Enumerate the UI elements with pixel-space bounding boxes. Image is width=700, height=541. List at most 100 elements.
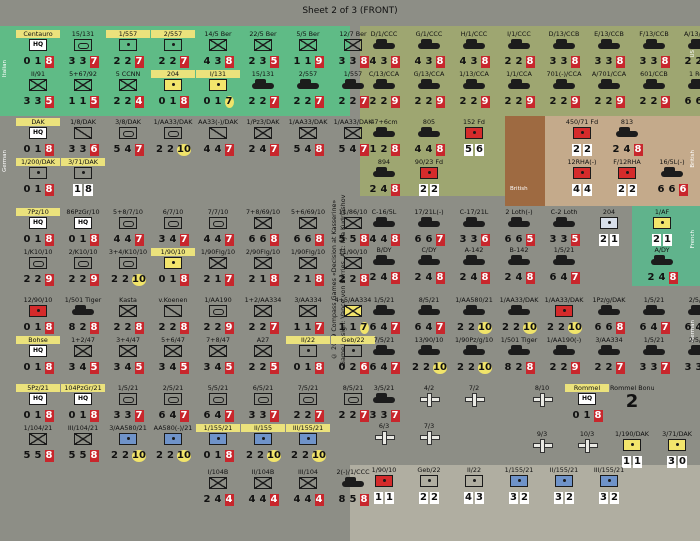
- stat-value: 2: [419, 492, 428, 504]
- unit-counter[interactable]: 701(-)/CCA 2 2 9: [542, 70, 586, 122]
- unit-counter[interactable]: 7/2: [452, 384, 496, 436]
- unit-counter[interactable]: 5 CCNN 2 2 4: [106, 70, 150, 122]
- unit-counter[interactable]: Geb/22 2 2: [407, 466, 451, 518]
- unit-counter[interactable]: 2/90Flg/10 2 1 8: [241, 248, 285, 300]
- unit-counter[interactable]: G/13/CCA 2 2 9: [407, 70, 451, 122]
- unit-counter[interactable]: AA580(-)/21 2 2 10: [151, 424, 195, 476]
- unit-counter[interactable]: 1/104/21 5 5 8: [16, 424, 60, 476]
- unit-counter[interactable]: 5+67/92 1 1 5: [61, 70, 105, 122]
- unit-counter[interactable]: B-142 2 4 8: [497, 246, 541, 298]
- counter-name: Rommel: [565, 384, 609, 392]
- unit-counter[interactable]: 3/AA580/21 2 2 10: [106, 424, 150, 476]
- unit-counter[interactable]: 5+6/47 3 4 5: [151, 336, 195, 388]
- unit-counter[interactable]: 1/200/DAK 0 1 8: [16, 158, 60, 210]
- unit-counter[interactable]: 1 Repl 668: [677, 70, 700, 122]
- unit-counter[interactable]: II/22 0 1 8: [286, 336, 330, 388]
- unit-counter[interactable]: 1/13/CCA 2 2 9: [452, 70, 496, 122]
- unit-counter[interactable]: C/13/CCA 2 2 9: [362, 70, 406, 122]
- unit-counter[interactable]: Rommel Bonus 2: [610, 384, 654, 436]
- stat-value: 2: [369, 184, 377, 195]
- unit-counter[interactable]: 2/557 2 2 7: [286, 70, 330, 122]
- unit-counter[interactable]: III/155/21 3 2: [587, 466, 631, 518]
- unit-counter[interactable]: A27 2 2 5: [241, 336, 285, 388]
- unit-counter[interactable]: 13/90/10 2 2 10: [407, 336, 451, 388]
- unit-counter[interactable]: 90/23 Fd 2 2: [407, 158, 451, 210]
- unit-counter[interactable]: B/DY 2 4 8: [362, 246, 406, 298]
- stat-value: 4: [269, 494, 279, 506]
- counter-name: II/91: [30, 70, 46, 78]
- unit-counter[interactable]: 1/1/CCA 2 2 9: [497, 70, 541, 122]
- unit-counter[interactable]: 1/501 Tiger 8 2 8: [497, 336, 541, 388]
- unit-counter[interactable]: 601/CCB 2 2 9: [632, 70, 676, 122]
- unit-counter[interactable]: 8/10: [520, 384, 564, 436]
- unit-counter[interactable]: 3/AA334 2 2 7: [587, 336, 631, 388]
- unit-counter[interactable]: 1/90Flg/10 2 1 8: [286, 248, 330, 300]
- unit-counter[interactable]: 1/90/10 0 1 8: [151, 248, 195, 300]
- unit-counter[interactable]: 3+4/K10/10 2 2 10: [106, 248, 150, 300]
- stat-value: 1: [293, 322, 301, 333]
- unit-counter[interactable]: 204 0 1 8: [151, 70, 195, 122]
- unit-counter[interactable]: 12RHA(-) 4 4: [560, 158, 604, 210]
- infantry-icon: [254, 127, 272, 139]
- unit-counter[interactable]: A/701/CCA 2 2 9: [587, 70, 631, 122]
- unit-counter[interactable]: 15/131 2 2 7: [241, 70, 285, 122]
- unit-counter[interactable]: 1/155/21 3 2: [497, 466, 541, 518]
- counter-name: Kasta: [119, 296, 137, 304]
- unit-counter[interactable]: 3+4/47 3 4 5: [106, 336, 150, 388]
- unit-counter[interactable]: III/104 4 4 4: [286, 468, 330, 520]
- unit-counter[interactable]: 1/AA33/DAK 2 2 10: [151, 118, 195, 170]
- stat-value: 6: [657, 184, 665, 195]
- unit-counter[interactable]: 1/90/10 1 1: [362, 466, 406, 518]
- unit-counter[interactable]: I/104B 2 4 4: [196, 468, 240, 520]
- counter-name: F/13/CCB: [639, 30, 669, 38]
- unit-counter[interactable]: II/104B 4 4 4: [241, 468, 285, 520]
- unit-counter[interactable]: AA33(-)/DAK 4 4 7: [196, 118, 240, 170]
- unit-counter[interactable]: Rommel 018: [565, 384, 609, 436]
- counter-stats: 337: [632, 362, 676, 374]
- hq-icon: [29, 217, 47, 229]
- artillery-icon: [555, 475, 573, 487]
- unit-counter[interactable]: 2/K10/10 2 2 9: [61, 248, 105, 300]
- unit-counter[interactable]: 1/5/21 6 4 7: [542, 246, 586, 298]
- counter-name: 2/557: [298, 70, 318, 78]
- unit-counter[interactable]: II/91 3 3 5: [16, 70, 60, 122]
- counter-stats: 22: [407, 184, 451, 196]
- counter-stats: 447: [196, 234, 240, 246]
- unit-counter[interactable]: 2/5/21 337: [677, 336, 700, 388]
- unit-counter[interactable]: A-142 2 4 8: [452, 246, 496, 298]
- unit-counter[interactable]: 3/71/DAK 3 0: [655, 430, 699, 482]
- unit-counter[interactable]: A/DY 2 4 8: [640, 246, 684, 298]
- stat-value: 3: [158, 362, 166, 373]
- unit-counter[interactable]: 1/Pz3/DAK 2 4 7: [241, 118, 285, 170]
- unit-counter[interactable]: 1/5/21 3 3 7: [632, 336, 676, 388]
- unit-counter[interactable]: C/DY 2 4 8: [407, 246, 451, 298]
- unit-counter[interactable]: 204 2 1: [587, 208, 631, 260]
- unit-counter[interactable]: F/12RHA 2 2: [605, 158, 649, 210]
- unit-counter[interactable]: 1/AA190(-) 2 2 9: [542, 336, 586, 388]
- armor-icon: [119, 393, 137, 405]
- unit-counter[interactable]: 3/71/DAK 1 8: [61, 158, 105, 210]
- unit-counter[interactable]: I/131 0 1 7: [196, 70, 240, 122]
- unit-counter[interactable]: 1/K10/10 2 2 9: [16, 248, 60, 300]
- stat-value: 2: [349, 362, 357, 373]
- unit-counter[interactable]: 7/5/21 6 4 7: [362, 336, 406, 388]
- unit-counter[interactable]: 3/8/DAK 5 4 7: [106, 118, 150, 170]
- unit-counter[interactable]: 16/5L(-) 6 6 6: [650, 158, 694, 210]
- unit-counter[interactable]: II/155/21 3 2: [542, 466, 586, 518]
- unit-counter[interactable]: 1/90Pz/g/10 2 2 10: [452, 336, 496, 388]
- counter-stats: 668: [241, 234, 285, 246]
- unit-counter[interactable]: Bohse 018: [16, 336, 60, 388]
- unit-counter[interactable]: 1/90Flg/10 2 1 7: [196, 248, 240, 300]
- unit-counter[interactable]: 894 2 4 8: [362, 158, 406, 210]
- unit-counter[interactable]: 152 Fd 5 6: [452, 118, 496, 170]
- stat-value: 10: [177, 144, 191, 156]
- unit-counter[interactable]: 1/AA33/DAK 5 4 8: [286, 118, 330, 170]
- unit-counter[interactable]: III/104/21 5 5 8: [61, 424, 105, 476]
- counter-name: 1/1/CCA: [506, 70, 532, 78]
- infantry-icon: [299, 127, 317, 139]
- stat-value: 8: [338, 494, 346, 505]
- infantry-icon: [119, 305, 137, 317]
- unit-counter[interactable]: 1+2/47 3 4 5: [61, 336, 105, 388]
- unit-counter[interactable]: II/22 4 3: [452, 466, 496, 518]
- unit-counter[interactable]: 7+8/47 3 4 5: [196, 336, 240, 388]
